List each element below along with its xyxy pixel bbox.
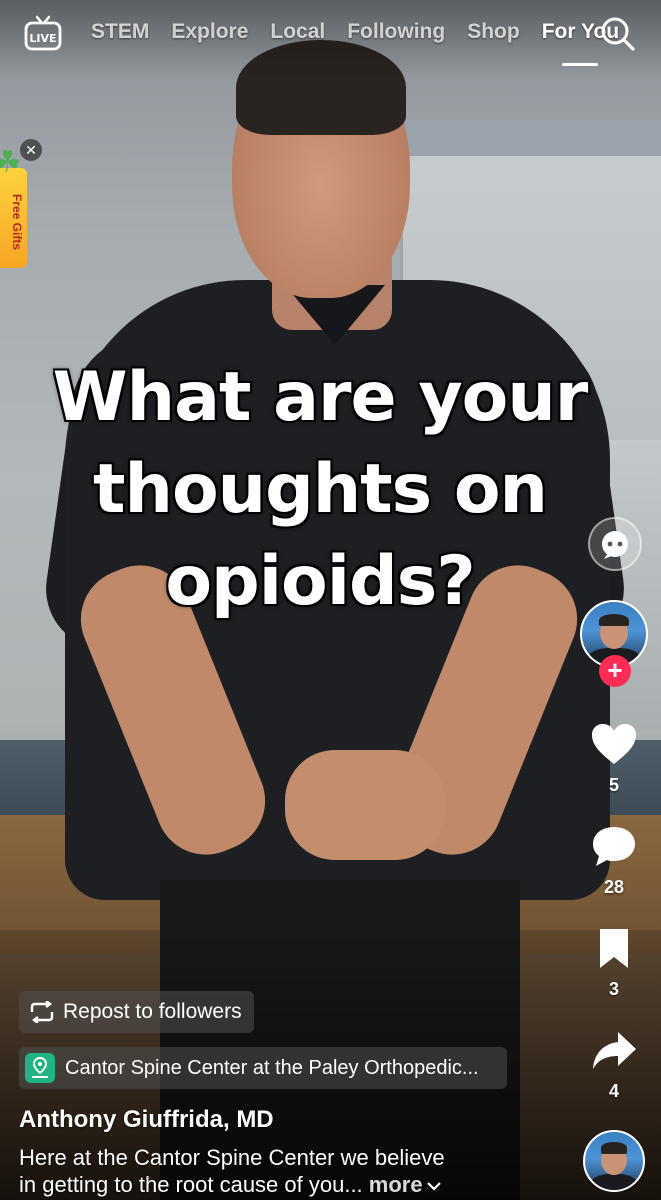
location-link[interactable]: Cantor Spine Center at the Paley Orthope…	[19, 1047, 507, 1089]
post-description[interactable]: Here at the Cantor Spine Center we belie…	[19, 1144, 579, 1198]
bookmark-icon	[600, 929, 628, 968]
heart-icon	[592, 724, 636, 764]
comment-count: 28	[603, 877, 625, 897]
tab-following[interactable]: Following	[347, 20, 445, 52]
share-arrow-icon	[593, 1032, 636, 1069]
location-label: Cantor Spine Center at the Paley Orthope…	[65, 1056, 479, 1079]
repost-icon	[30, 1001, 54, 1023]
avatar-hair	[600, 1142, 628, 1155]
caption-line: opioids?	[165, 542, 475, 621]
share-count: 4	[608, 1081, 619, 1101]
feed-tabs: STEM Explore Local Following Shop For Yo…	[91, 20, 619, 52]
like-count: 5	[608, 775, 619, 795]
repost-button[interactable]: Repost to followers	[19, 991, 254, 1033]
description-line: in getting to the root cause of you...	[19, 1172, 363, 1197]
person-hands	[285, 750, 445, 860]
bookmark-count: 3	[608, 979, 619, 999]
chevron-down-icon	[426, 1182, 441, 1191]
share-button[interactable]: 4	[582, 1028, 646, 1102]
like-button[interactable]: 5	[582, 722, 646, 796]
chat-bubble-icon	[602, 531, 628, 559]
avatar-hair	[599, 613, 629, 627]
comment-icon	[593, 827, 635, 866]
tab-local[interactable]: Local	[270, 20, 325, 52]
live-icon-label: LIVE	[29, 32, 56, 45]
follow-button[interactable]: +	[599, 655, 631, 687]
top-nav: LIVE STEM Explore Local Following Shop F…	[0, 0, 661, 80]
background-cabinet-strip	[400, 120, 661, 156]
tab-explore[interactable]: Explore	[171, 20, 248, 52]
close-icon[interactable]: ✕	[20, 139, 42, 161]
search-icon[interactable]	[600, 16, 636, 52]
video-caption: What are your thoughts on opioids?	[40, 352, 600, 628]
bookmark-button[interactable]: 3	[582, 926, 646, 1000]
author-name[interactable]: Anthony Giuffrida, MD	[19, 1106, 274, 1134]
location-pin-icon	[25, 1053, 55, 1083]
caption-line: thoughts on	[93, 450, 548, 529]
repost-label: Repost to followers	[63, 1000, 242, 1023]
description-line: Here at the Cantor Spine Center we belie…	[19, 1145, 445, 1170]
free-gifts-label: Free Gifts	[10, 193, 24, 250]
comment-button[interactable]: 28	[582, 824, 646, 898]
tab-shop[interactable]: Shop	[467, 20, 520, 52]
more-label: more	[368, 1172, 423, 1197]
caption-line: What are your	[52, 358, 589, 437]
ai-assistant-button[interactable]	[588, 517, 642, 571]
more-button[interactable]: more	[369, 1172, 442, 1197]
avatar-shirt	[590, 1173, 638, 1190]
tab-stem[interactable]: STEM	[91, 20, 149, 52]
clover-icon: ☘	[0, 146, 21, 179]
live-icon[interactable]: LIVE	[24, 14, 62, 52]
sound-avatar[interactable]	[583, 1130, 645, 1192]
